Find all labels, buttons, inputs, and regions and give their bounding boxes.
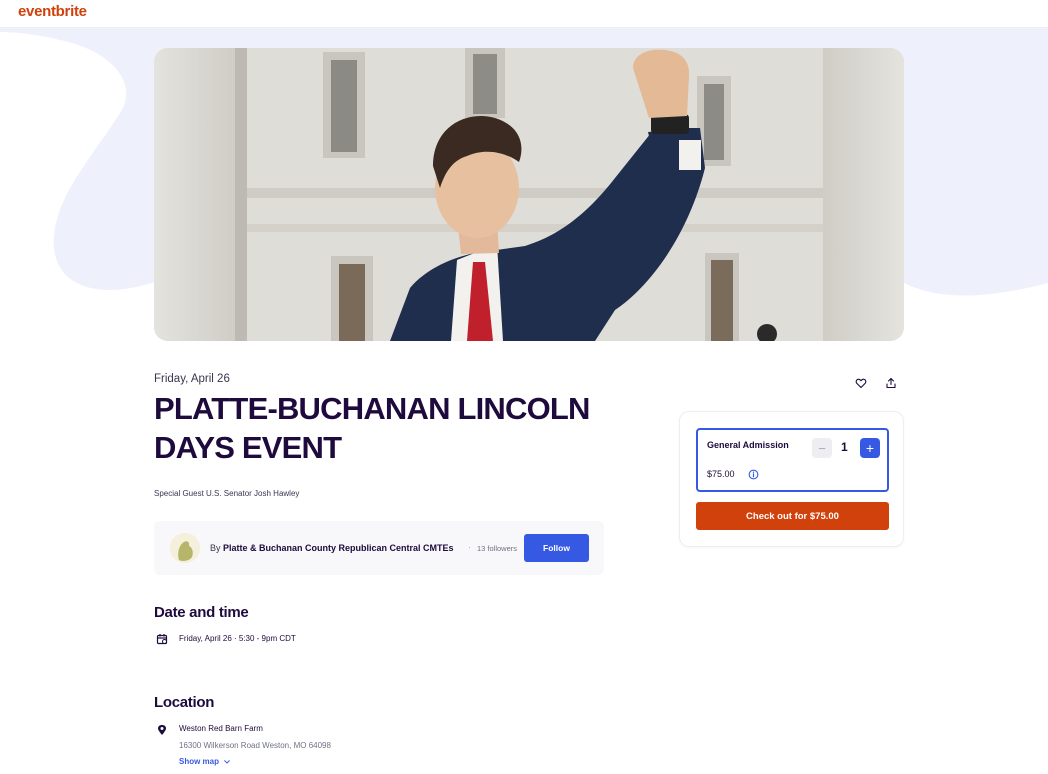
info-icon[interactable] — [748, 469, 759, 480]
event-title: PLATTE-BUCHANAN LINCOLN DAYS EVENT — [154, 391, 590, 465]
venue-name: Weston Red Barn Farm — [179, 724, 263, 733]
organizer-name[interactable]: Platte & Buchanan County Republican Cent… — [223, 543, 454, 553]
event-date-short: Friday, April 26 — [154, 373, 230, 385]
senator-photo — [235, 48, 823, 341]
hero-blur-right — [823, 48, 904, 341]
ticket-option[interactable]: General Admission − 1 + $75.00 — [696, 428, 889, 492]
heart-icon[interactable] — [852, 374, 870, 392]
share-icon[interactable] — [882, 374, 900, 392]
venue-address: 16300 Wilkerson Road Weston, MO 64098 — [179, 741, 331, 750]
date-time-heading: Date and time — [154, 604, 249, 621]
organizer-by-prefix: By — [210, 543, 221, 553]
show-map-label: Show map — [179, 757, 220, 766]
organizer-separator: · — [468, 542, 471, 552]
organizer-avatar[interactable] — [170, 533, 200, 563]
organizer-followers: 13 followers — [477, 544, 518, 553]
elephant-logo-icon — [170, 533, 200, 563]
chevron-down-icon — [224, 759, 230, 763]
ticket-name: General Admission — [707, 440, 789, 450]
date-time-value: Friday, April 26 · 5:30 - 9pm CDT — [179, 634, 296, 643]
organizer-card: By Platte & Buchanan County Republican C… — [154, 521, 604, 575]
top-navigation-bar: eventbrite — [0, 0, 1048, 28]
map-pin-icon — [158, 725, 166, 735]
eventbrite-logo[interactable]: eventbrite — [18, 3, 87, 20]
checkout-button[interactable]: Check out for $75.00 — [696, 502, 889, 530]
quantity-value: 1 — [841, 440, 848, 454]
follow-button[interactable]: Follow — [524, 534, 589, 562]
event-hero-image — [154, 48, 904, 341]
ticket-panel: General Admission − 1 + $75.00 Check out… — [679, 411, 904, 547]
quantity-increase-button[interactable]: + — [860, 438, 880, 458]
quantity-decrease-button[interactable]: − — [812, 438, 832, 458]
event-summary: Special Guest U.S. Senator Josh Hawley — [154, 489, 300, 498]
ticket-price: $75.00 — [707, 469, 735, 479]
hero-blur-left — [154, 48, 235, 341]
location-heading: Location — [154, 694, 215, 711]
show-map-link[interactable]: Show map — [179, 757, 231, 766]
calendar-icon — [156, 634, 168, 645]
organizer-byline[interactable]: By Platte & Buchanan County Republican C… — [210, 543, 454, 553]
